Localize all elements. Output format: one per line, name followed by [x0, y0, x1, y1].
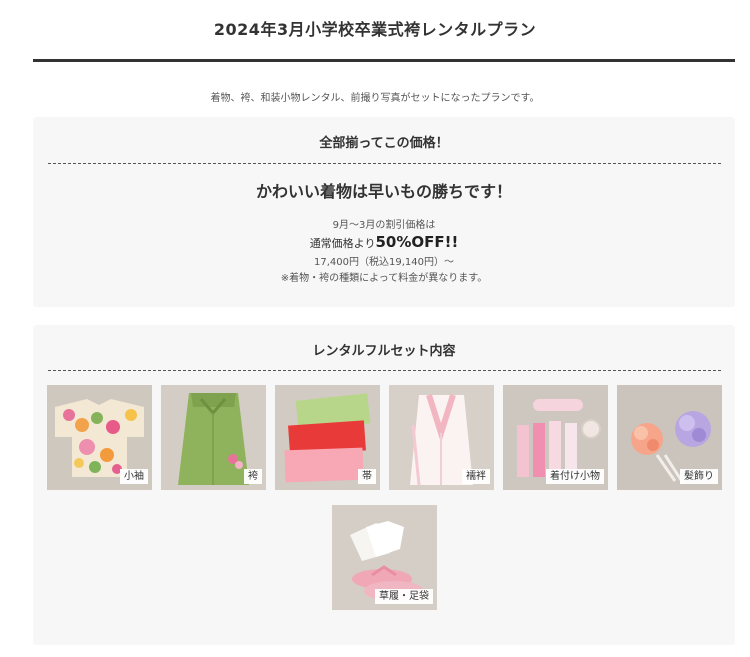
item-label: 小袖 [120, 469, 148, 484]
price-panel-heading: 全部揃ってこの価格！ [319, 136, 449, 151]
set-item-hakama: 袴 [161, 385, 266, 490]
title-divider [33, 59, 735, 62]
discount-period: 9月～3月の割引価格は [332, 220, 436, 231]
item-label: 袴 [244, 469, 262, 484]
normal-price-prefix: 通常価格より [309, 237, 376, 250]
set-item-zori: 草履・足袋 [332, 505, 437, 610]
set-panel: レンタルフルセット内容 小袖 袴 帯 襦袢 着付け小物 髪飾り 草履・足袋 [33, 325, 735, 645]
set-item-kitsuke: 着付け小物 [503, 385, 608, 490]
set-items-grid: 小袖 袴 帯 襦袢 着付け小物 髪飾り 草履・足袋 [33, 325, 735, 645]
discount-badge: 50%OFF!! [375, 233, 459, 251]
item-label: 襦袢 [462, 469, 490, 484]
set-item-obi: 帯 [275, 385, 380, 490]
item-label: 髪飾り [680, 469, 718, 484]
intro-text: 着物、袴、和装小物レンタル、前撮り写真がセットになったプランです。 [210, 93, 540, 104]
price-panel: 全部揃ってこの価格！ かわいい着物は早いもの勝ちです！ 9月～3月の割引価格は … [33, 117, 735, 307]
discount-line: 通常価格より50%OFF!! [33, 233, 735, 251]
price-note: ※着物・袴の種類によって料金が異なります。 [280, 273, 488, 284]
item-label: 帯 [358, 469, 376, 484]
set-item-juban: 襦袢 [389, 385, 494, 490]
set-item-kosode: 小袖 [47, 385, 152, 490]
catch-copy: かわいい着物は早いもの勝ちです！ [255, 182, 512, 201]
item-label: 着付け小物 [546, 469, 604, 484]
set-item-hair: 髪飾り [617, 385, 722, 490]
dashed-divider [48, 163, 721, 164]
price-text: 17,400円（税込19,140円）～ [314, 257, 454, 268]
item-label: 草履・足袋 [375, 589, 433, 604]
page-title: 2024年3月小学校卒業式袴レンタルプラン [213, 20, 537, 39]
